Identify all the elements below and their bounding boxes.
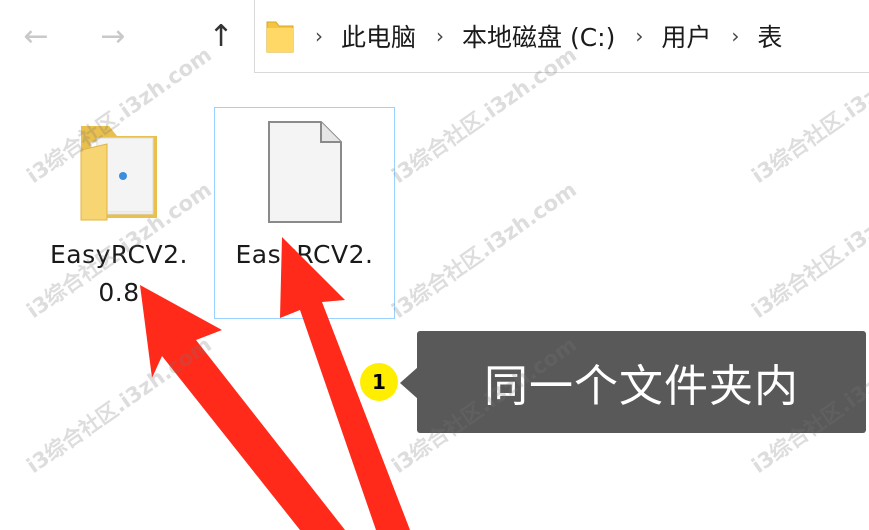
back-arrow-icon[interactable]: ← xyxy=(18,14,54,58)
red-arrow-left xyxy=(140,285,345,530)
breadcrumb-users[interactable]: 用户 xyxy=(661,18,711,54)
chevron-right-icon: › xyxy=(436,24,445,48)
explorer-toolbar: ← → ↑ › 此电脑 › 本地磁盘 (C:) › 用户 › 表 xyxy=(0,0,869,80)
breadcrumb-this-pc[interactable]: 此电脑 xyxy=(341,18,416,54)
callout-pointer xyxy=(400,367,418,399)
forward-arrow-icon[interactable]: → xyxy=(95,14,131,58)
watermark: i3综合社区.i3zh.com xyxy=(747,177,869,323)
chevron-right-icon: › xyxy=(315,24,323,48)
breadcrumb-next[interactable]: 表 xyxy=(757,18,782,54)
chevron-right-icon: › xyxy=(635,24,644,48)
file-name-line2: 0.8 xyxy=(98,278,140,307)
file-name-line1: EasyRCV2. xyxy=(50,240,188,269)
folder-icon xyxy=(80,126,157,221)
annotation-callout: 同一个文件夹内 xyxy=(417,331,866,433)
step-badge: 1 xyxy=(360,363,398,401)
up-arrow-icon[interactable]: ↑ xyxy=(203,14,239,58)
file-name-line1: EasyRCV2. xyxy=(235,240,374,269)
watermark: i3综合社区.i3zh.com xyxy=(387,177,581,323)
breadcrumb-local-disk-c[interactable]: 本地磁盘 (C:) xyxy=(462,18,615,54)
document-icon xyxy=(267,121,342,223)
address-bar[interactable]: › 此电脑 › 本地磁盘 (C:) › 用户 › 表 xyxy=(254,0,869,73)
chevron-right-icon: › xyxy=(731,24,740,48)
folder-icon xyxy=(266,21,294,53)
file-item-easyrcv[interactable]: EasyRCV2. xyxy=(214,107,395,319)
folder-item-easyrcv[interactable]: EasyRCV2. 0.8 xyxy=(30,110,208,316)
watermark: i3综合社区.i3zh.com xyxy=(22,332,216,478)
